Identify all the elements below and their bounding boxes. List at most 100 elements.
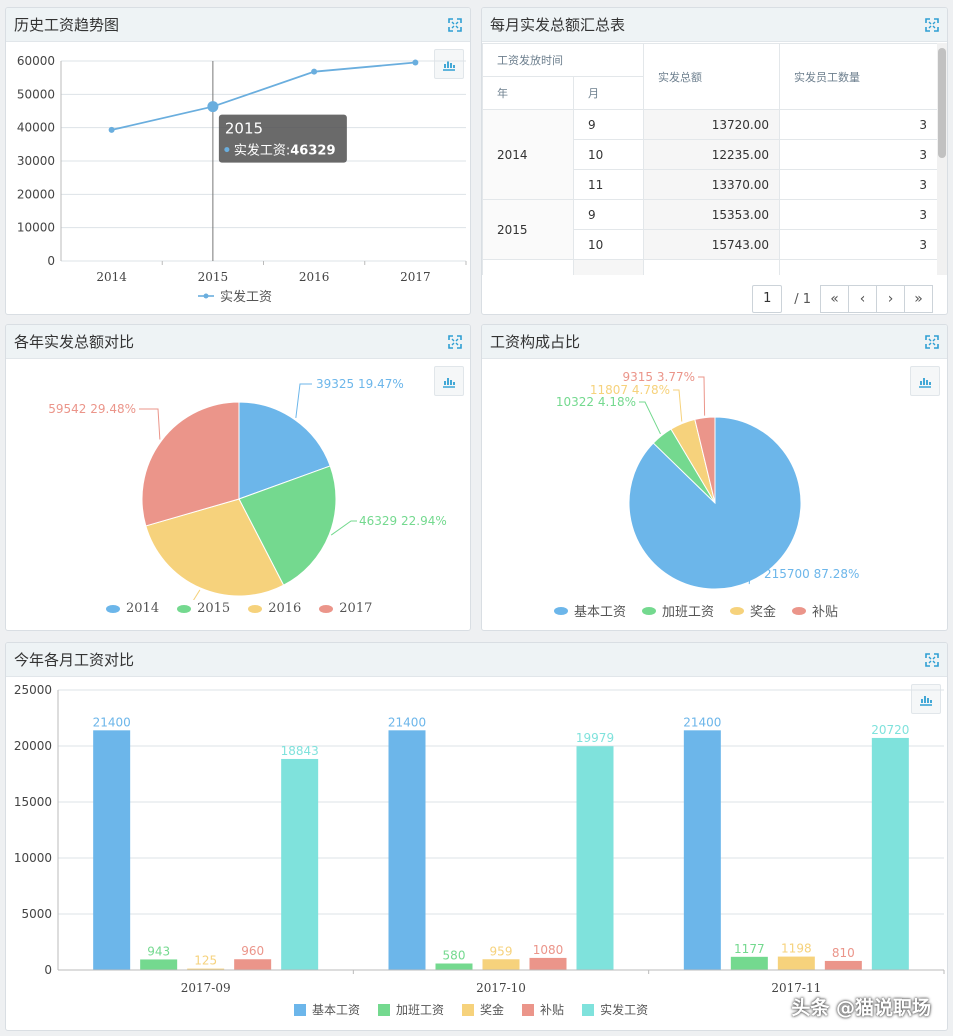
legend-item[interactable]: 加班工资 [642,601,714,620]
data-point[interactable] [412,59,419,66]
legend-item[interactable]: 2016 [248,601,301,616]
expand-icon[interactable] [448,17,462,32]
expand-icon[interactable] [448,334,462,349]
slice-label: 11807 4.78% [590,383,670,397]
last-page-button[interactable]: » [904,285,933,313]
table-row-partial[interactable] [482,259,938,275]
bar[interactable] [281,758,319,970]
legend-item[interactable]: 2017 [319,601,372,616]
bar[interactable] [234,959,272,970]
legend-item[interactable]: 2015 [177,601,230,616]
legend-label: 2014 [126,601,160,616]
data-point[interactable] [207,101,219,113]
bar[interactable] [683,730,721,970]
y-tick-label: 20000 [14,739,52,753]
slice-label: 10322 4.18% [556,395,636,409]
watermark: 头条 @猫说职场 [791,997,931,1019]
yearly-panel-title: 各年实发总额对比 [14,333,135,351]
legend-marker [106,604,120,613]
bar[interactable] [730,956,768,970]
bar[interactable] [435,963,473,970]
bar-value-label: 125 [194,954,217,968]
page-input[interactable]: 1 [752,285,783,313]
col-header-group: 工资发放时间 [482,43,644,77]
bar[interactable] [482,959,520,970]
prev-page-button[interactable]: ‹ [848,285,877,313]
table-row[interactable]: 2014 9 13720.00 3 [482,109,938,200]
data-point[interactable] [108,126,115,133]
y-tick-label: 10000 [17,221,55,235]
table-row[interactable]: 2015 9 15353.00 3 [482,199,938,260]
legend-label: 2016 [268,601,302,616]
col-header-total[interactable]: 实发总额 [643,43,780,110]
x-tick-label: 2017-10 [476,981,526,995]
legend-marker [294,1003,306,1016]
bar[interactable] [388,730,426,970]
legend-label: 基本工资 [574,605,627,620]
composition-panel-title: 工资构成占比 [490,333,581,351]
legend-item[interactable]: 基本工资 [294,1001,360,1018]
trend-panel-title: 历史工资趋势图 [14,16,120,34]
legend-label: 2017 [339,601,373,616]
data-point[interactable] [311,68,318,75]
y-tick-label: 30000 [17,154,55,168]
legend-item[interactable]: 补贴 [522,1001,564,1018]
col-header-month[interactable]: 月 [573,76,644,110]
cell-count: 3 [779,109,938,140]
legend-item[interactable]: 2014 [106,601,159,616]
bar-value-label: 21400 [388,715,426,729]
legend-label: 补贴 [812,605,839,620]
tooltip-title: 2015 [225,120,263,138]
bar-value-label: 959 [490,944,513,958]
next-page-button[interactable]: › [876,285,905,313]
legend-item[interactable]: 奖金 [730,601,776,620]
tooltip-marker [224,147,230,153]
bar[interactable] [93,730,131,970]
yearly-panel-header: 各年实发总额对比 [6,325,470,359]
label-leader-line [673,389,683,422]
composition-pie-chart: 215700 87.28% 10322 4.18%11807 4.78%9315 … [556,370,859,590]
bar-value-label: 1080 [533,943,564,957]
legend-item[interactable]: 补贴 [792,601,838,620]
cell-month: 10 [573,139,644,170]
bar[interactable] [871,737,909,970]
col-header-count[interactable]: 实发员工数量 [779,43,938,110]
legend-item[interactable]: 实发工资 [582,1001,648,1018]
cell-count: 3 [779,169,938,200]
bar-value-label: 1177 [734,942,765,956]
cell-year: 2015 [482,199,574,260]
label-leader-line [295,383,312,419]
legend-item[interactable]: 基本工资 [554,601,626,620]
table-scrollbar-thumb[interactable] [938,48,946,158]
bar-value-label: 20720 [871,723,909,737]
legend-marker [378,1003,391,1016]
bar[interactable] [824,960,862,970]
x-tick-label: 2014 [96,270,127,284]
summary-table: 工资发放时间 实发总额 实发员工数量 年 月 2014 9 13720.00 3 10 1… [482,43,938,275]
bar[interactable] [576,746,614,970]
slice-label: 59542 29.48% [48,402,136,416]
bar[interactable] [777,956,815,970]
bar[interactable] [529,957,567,970]
label-leader-line [193,589,201,600]
legend-line-marker [198,293,214,298]
bar-value-label: 1198 [781,942,812,956]
expand-icon[interactable] [925,652,939,667]
legend-marker [522,1003,535,1016]
legend-item-salary[interactable]: 实发工资 [198,286,272,305]
summary-table-wrap[interactable]: 工资发放时间 实发总额 实发员工数量 年 月 2014 9 13720.00 3 10 1… [482,43,947,275]
bar[interactable] [140,959,178,970]
summary-panel: 每月实发总额汇总表 工资发放时间 实发总额 实发员工数量 年 月 2014 9 13… [481,7,948,315]
legend-item[interactable]: 加班工资 [378,1001,444,1018]
x-tick-label: 2015 [198,270,229,284]
legend-marker [730,606,745,615]
expand-icon[interactable] [925,17,939,32]
legend-label: 2015 [197,601,231,616]
first-page-button[interactable]: « [820,285,849,313]
x-tick-label: 2017 [400,270,431,284]
expand-icon[interactable] [925,334,939,349]
legend-item[interactable]: 奖金 [462,1001,504,1018]
bar-value-label: 580 [443,949,466,963]
y-tick-label: 40000 [17,121,55,135]
col-header-year[interactable]: 年 [482,76,574,110]
